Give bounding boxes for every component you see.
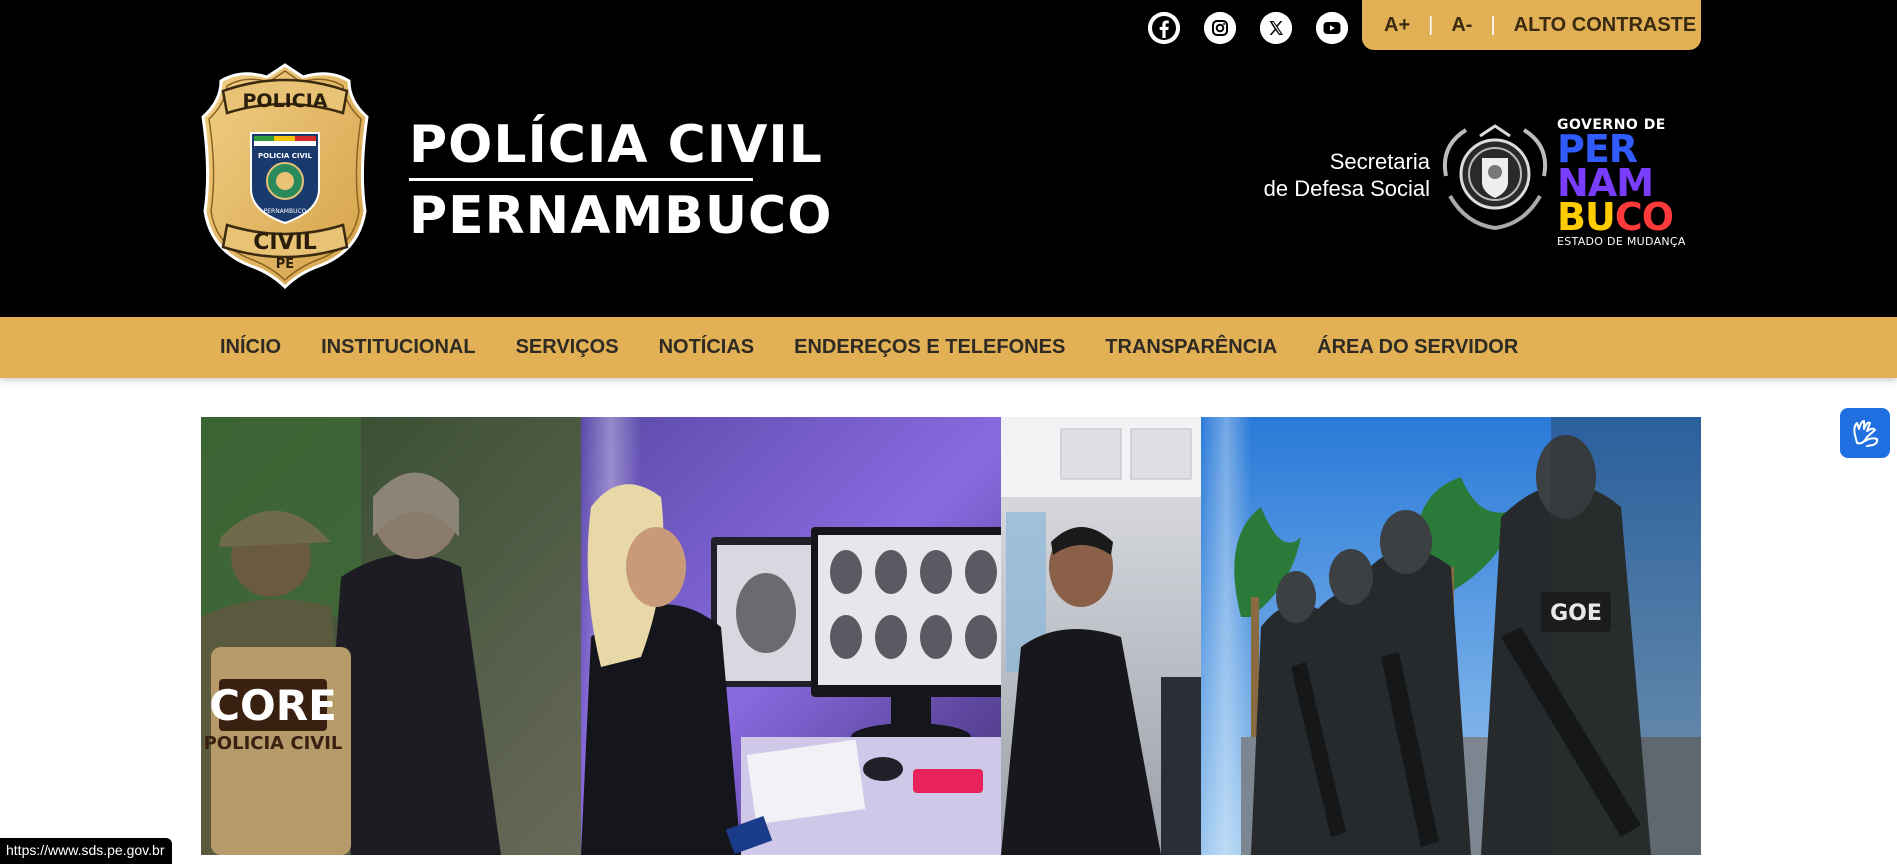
nav-item-inicio[interactable]: INÍCIO (220, 336, 281, 359)
sds-text: Secretaria de Defesa Social (1230, 148, 1430, 202)
nav-item-institucional[interactable]: INSTITUCIONAL (321, 336, 475, 359)
shield-text: POLICIA CIVIL (258, 152, 313, 160)
decrease-font-button[interactable]: A- (1451, 14, 1472, 37)
high-contrast-button[interactable]: ALTO CONTRASTE (1514, 14, 1697, 37)
sign-language-hands-icon (1853, 420, 1879, 447)
brand-subtitle: PERNAMBUCO (409, 186, 833, 246)
nav-item-noticias[interactable]: NOTÍCIAS (659, 336, 755, 359)
nav-item-servicos[interactable]: SERVIÇOS (516, 336, 619, 359)
increase-font-button[interactable]: A+ (1384, 14, 1410, 37)
vest-text-core: CORE (209, 681, 337, 730)
pernambuco-coat-of-arms-icon (1436, 116, 1554, 239)
instagram-icon[interactable] (1204, 12, 1236, 44)
gov-buco: BUCO (1557, 198, 1686, 236)
shield-sub-text: PERNAMBUCO (264, 208, 307, 215)
x-icon[interactable] (1260, 12, 1292, 44)
nav-item-enderecos[interactable]: ENDEREÇOS E TELEFONES (794, 336, 1065, 359)
separator: | (1428, 13, 1434, 36)
governo-pernambuco-logo[interactable]: GOVERNO DE PER NAM BUCO ESTADO DE MUDANÇ… (1557, 118, 1686, 247)
badge-state-text: PE (276, 257, 294, 272)
brand-divider (409, 178, 753, 181)
hero-banner-image[interactable]: CORE POLICIA CIVIL GOE (201, 417, 1701, 855)
policia-civil-badge-logo[interactable]: POLICIA CIVIL PE POLICIA CIVIL PERNAMBUC… (199, 61, 371, 294)
separator: | (1490, 13, 1496, 36)
vest-text-goe: GOE (1550, 601, 1602, 626)
brand-wordmark[interactable]: POLÍCIA CIVIL PERNAMBUCO (409, 116, 832, 245)
accessibility-bar: A+ | A- | ALTO CONTRASTE (1362, 0, 1701, 50)
social-links (1148, 12, 1348, 44)
main-nav: INÍCIO INSTITUCIONAL SERVIÇOS NOTÍCIAS E… (0, 317, 1897, 378)
nav-item-transparencia[interactable]: TRANSPARÊNCIA (1105, 336, 1277, 359)
site-header: A+ | A- | ALTO CONTRASTE POLICIA CIVIL P… (0, 0, 1897, 317)
badge-top-text: POLICIA (243, 90, 328, 112)
badge-bottom-text: CIVIL (253, 230, 317, 255)
sds-line1: Secretaria (1329, 149, 1430, 174)
libras-accessibility-button[interactable] (1840, 408, 1890, 458)
nav-item-area-servidor[interactable]: ÁREA DO SERVIDOR (1317, 336, 1518, 359)
brand-title: POLÍCIA CIVIL (409, 115, 823, 175)
sds-line2: de Defesa Social (1263, 176, 1430, 201)
browser-status-url: https://www.sds.pe.gov.br (0, 838, 173, 864)
facebook-icon[interactable] (1148, 12, 1180, 44)
youtube-icon[interactable] (1316, 12, 1348, 44)
vest-text-policia: POLICIA CIVIL (204, 733, 343, 754)
gov-buco-text: BUCO (1557, 195, 1674, 239)
gov-tagline: ESTADO DE MUDANÇA (1557, 235, 1686, 248)
